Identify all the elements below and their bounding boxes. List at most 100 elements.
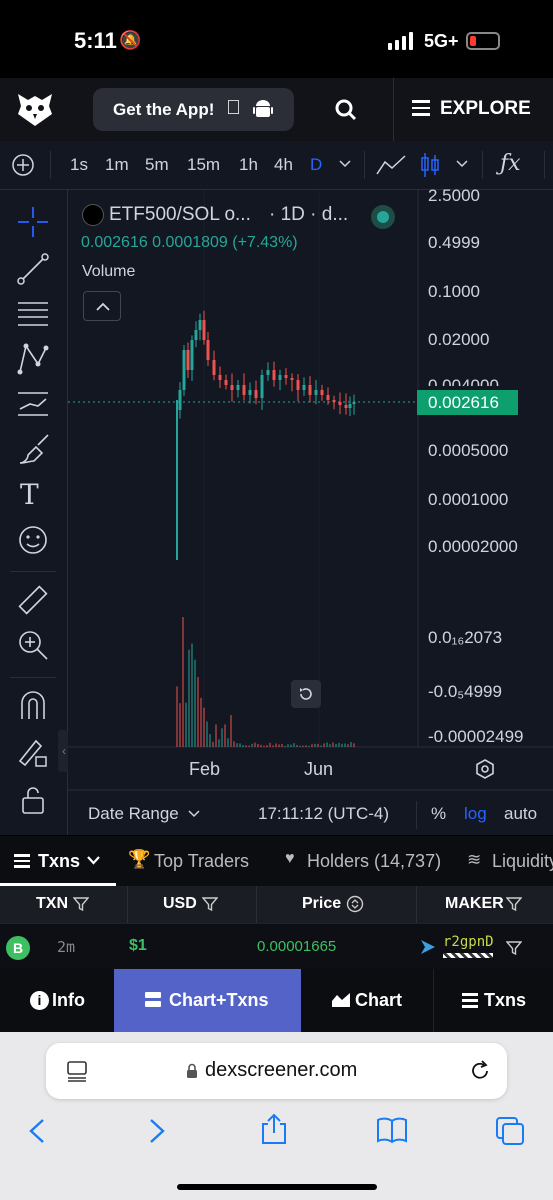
brush-icon[interactable] — [16, 433, 50, 467]
forward-icon[interactable] — [148, 1118, 166, 1144]
filter-icon[interactable] — [506, 940, 522, 956]
add-symbol-icon[interactable] — [11, 153, 35, 177]
collapse-legend-button[interactable] — [83, 291, 121, 321]
volume-bar — [203, 707, 205, 747]
get-app-button[interactable]: Get the App!  — [93, 88, 294, 131]
column-header-txn[interactable]: TXN — [0, 886, 128, 923]
volume-bar — [323, 743, 325, 747]
bookmarks-icon[interactable] — [376, 1116, 408, 1144]
nav-chart-txns[interactable]: Chart+Txns — [114, 969, 301, 1032]
volume-bar — [212, 741, 214, 747]
volume-bar — [227, 738, 229, 747]
candles-icon[interactable] — [419, 152, 441, 178]
volume-bar — [266, 745, 268, 747]
maker-bar — [443, 953, 493, 958]
fib-retracement-icon[interactable] — [16, 297, 50, 331]
owl-logo-icon[interactable] — [16, 92, 54, 128]
crosshair-icon[interactable] — [16, 205, 50, 239]
volume-bar — [350, 742, 352, 747]
volume-bar — [275, 743, 277, 747]
maker-address[interactable]: r2gpnD — [443, 934, 494, 950]
interval-d[interactable]: D — [310, 155, 322, 175]
interval-5m[interactable]: 5m — [145, 155, 169, 175]
volume-bar — [245, 745, 247, 747]
volume-bar — [248, 745, 250, 747]
interval-4h[interactable]: 4h — [274, 155, 293, 175]
interval-1h[interactable]: 1h — [239, 155, 258, 175]
zoom-in-icon[interactable] — [16, 628, 50, 662]
pattern-icon[interactable] — [16, 342, 50, 376]
url-text: dexscreener.com — [205, 1059, 358, 1081]
filter-icon[interactable] — [506, 896, 522, 912]
lock-drawing-icon[interactable] — [16, 735, 50, 769]
candle — [332, 400, 336, 402]
price-chart[interactable]: ETF500/SOL o... · 1D · d... 0.002616 0.0… — [68, 186, 553, 835]
table-row[interactable]: B 2m $1 0.00001665 r2gpnD — [0, 923, 553, 969]
tab-label: Top Traders — [154, 851, 250, 871]
reload-icon[interactable] — [469, 1060, 491, 1082]
menu-icon[interactable] — [412, 100, 430, 116]
interval-15m[interactable]: 15m — [187, 155, 220, 175]
chevron-down-icon[interactable] — [339, 160, 351, 168]
candle — [254, 390, 258, 398]
date-range-button[interactable]: Date Range — [88, 804, 179, 824]
column-header-price[interactable]: Price — [257, 886, 417, 923]
trophy-icon: 🏆 — [128, 849, 151, 869]
auto-scale-toggle[interactable]: auto — [504, 804, 537, 824]
explore-button[interactable]: EXPLORE — [440, 98, 531, 120]
symbol-title[interactable]: ETF500/SOL o... — [109, 204, 251, 226]
interval-1m[interactable]: 1m — [105, 155, 129, 175]
chevron-down-icon — [87, 856, 100, 865]
search-icon[interactable] — [335, 99, 357, 121]
address-bar[interactable]: dexscreener.com — [46, 1043, 507, 1099]
nav-txns[interactable]: Txns — [434, 969, 553, 1032]
candle — [278, 375, 282, 380]
tab-holders[interactable]: ♥ Holders (14,737) — [285, 836, 445, 886]
nav-chart[interactable]: Chart — [301, 969, 434, 1032]
column-header-maker[interactable]: MAKER — [417, 886, 553, 923]
volume-bar — [230, 715, 232, 747]
status-bar: 5:11 🔕 5G+ — [0, 0, 553, 78]
waves-icon: ≋ — [467, 850, 482, 869]
share-icon[interactable] — [260, 1113, 288, 1145]
indicators-icon[interactable]: ƒx — [500, 151, 521, 176]
market-status-icon — [371, 205, 395, 229]
column-header-usd[interactable]: USD — [128, 886, 257, 923]
tabs-icon[interactable] — [495, 1116, 525, 1146]
y-tick: 0.0005000 — [428, 441, 509, 460]
toggle-price-icon[interactable] — [346, 895, 364, 913]
line-chart-icon[interactable] — [376, 154, 406, 176]
ruler-icon[interactable] — [16, 583, 50, 617]
volume-bar — [305, 745, 307, 747]
emoji-icon[interactable] — [16, 523, 50, 557]
info-icon: i — [30, 991, 49, 1010]
settings-icon[interactable] — [474, 758, 496, 780]
unlock-icon[interactable] — [16, 783, 50, 817]
ohlc-values: 0.002616 0.0001809 (+7.43%) — [81, 234, 298, 251]
magnet-icon[interactable] — [16, 689, 50, 723]
bell-slash-icon: 🔕 — [119, 30, 142, 50]
tab-liquidity[interactable]: ≋ Liquidity — [467, 836, 553, 886]
log-scale-toggle[interactable]: log — [464, 804, 487, 824]
tab-label: Txns — [38, 851, 81, 871]
reset-chart-button[interactable] — [291, 680, 321, 708]
filter-icon[interactable] — [202, 896, 218, 912]
trend-line-icon[interactable] — [16, 252, 50, 286]
filter-icon[interactable] — [73, 896, 89, 912]
volume-bar — [218, 739, 220, 747]
tab-txns[interactable]: Txns — [0, 836, 116, 886]
tab-top-traders[interactable]: 🏆 Top Traders — [128, 836, 263, 886]
interval-1s[interactable]: 1s — [70, 155, 88, 175]
nav-info[interactable]: i Info — [0, 969, 114, 1032]
back-icon[interactable] — [28, 1118, 46, 1144]
chevron-down-icon[interactable] — [456, 160, 468, 168]
y-tick: 0.4999 — [428, 233, 480, 252]
reader-icon[interactable] — [66, 1060, 88, 1082]
projection-icon[interactable] — [16, 387, 50, 421]
candle — [284, 375, 288, 378]
text-tool-icon[interactable]: T — [20, 478, 39, 511]
volume-bar — [314, 743, 316, 747]
percent-scale-toggle[interactable]: % — [431, 804, 446, 824]
volume-bar — [185, 702, 187, 747]
volume-bar — [347, 744, 349, 747]
